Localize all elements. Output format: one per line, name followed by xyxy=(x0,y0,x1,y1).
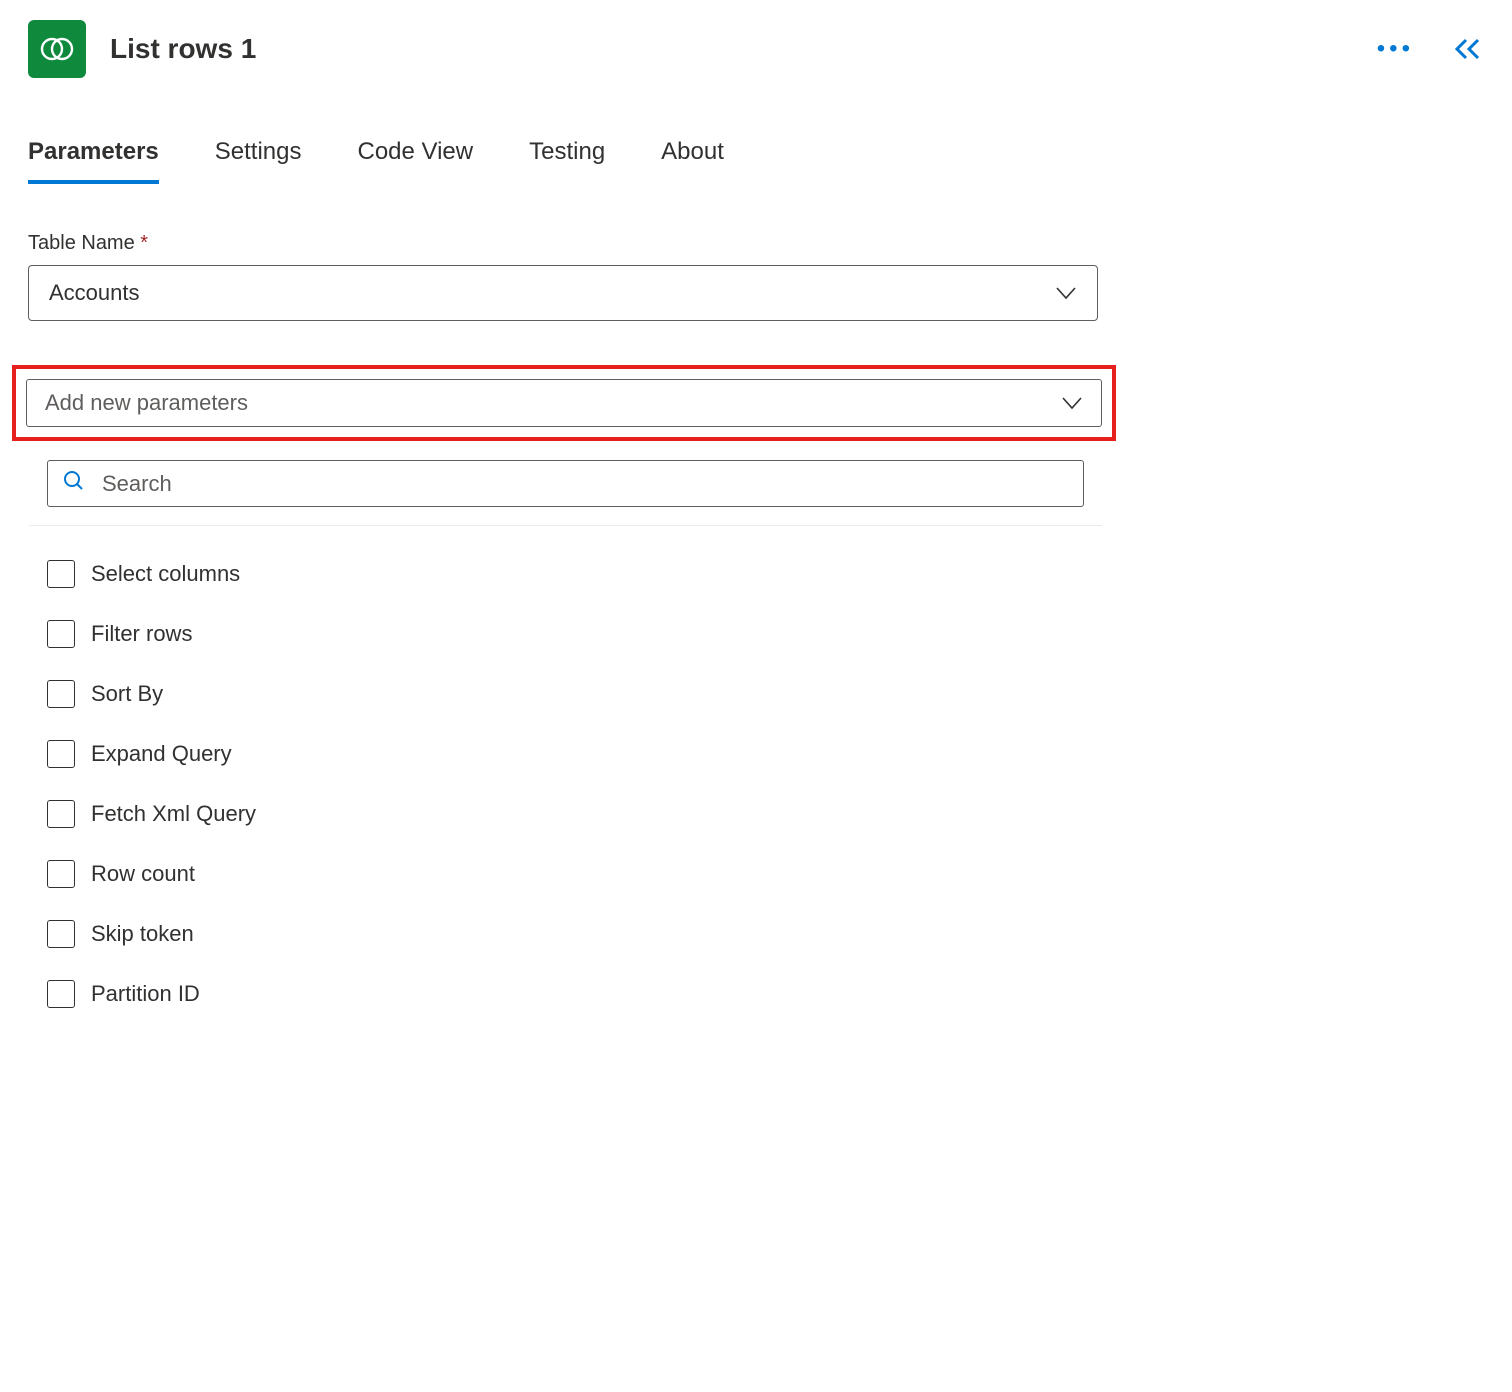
table-name-label: Table Name * xyxy=(28,232,1484,255)
option-label: Fetch Xml Query xyxy=(91,801,256,827)
option-label: Row count xyxy=(91,861,195,887)
table-name-label-text: Table Name xyxy=(28,232,135,254)
dataverse-action-icon xyxy=(28,20,86,78)
tab-code-view[interactable]: Code View xyxy=(357,138,473,184)
parameters-dropdown-panel: Select columns Filter rows Sort By Expan… xyxy=(28,451,1103,1025)
add-new-parameters-dropdown[interactable]: Add new parameters xyxy=(26,379,1102,427)
option-label: Partition ID xyxy=(91,981,200,1007)
required-indicator: * xyxy=(140,232,148,254)
option-label: Skip token xyxy=(91,921,194,947)
checkbox[interactable] xyxy=(47,920,75,948)
add-params-placeholder: Add new parameters xyxy=(45,390,248,416)
parameter-option-sort-by[interactable]: Sort By xyxy=(47,664,1084,724)
checkbox[interactable] xyxy=(47,860,75,888)
option-label: Expand Query xyxy=(91,741,232,767)
checkbox[interactable] xyxy=(47,680,75,708)
action-header: List rows 1 ••• xyxy=(28,20,1484,78)
checkbox[interactable] xyxy=(47,560,75,588)
table-name-value: Accounts xyxy=(49,280,140,306)
parameter-option-skip-token[interactable]: Skip token xyxy=(47,904,1084,964)
table-name-select[interactable]: Accounts xyxy=(28,265,1098,321)
parameter-option-list: Select columns Filter rows Sort By Expan… xyxy=(29,544,1102,1024)
tab-about[interactable]: About xyxy=(661,138,724,184)
option-label: Filter rows xyxy=(91,621,192,647)
parameter-search[interactable] xyxy=(47,460,1084,507)
tab-settings[interactable]: Settings xyxy=(215,138,302,184)
search-icon xyxy=(62,469,86,498)
header-right: ••• xyxy=(1377,35,1484,63)
chevron-down-icon xyxy=(1061,396,1083,410)
option-label: Sort By xyxy=(91,681,163,707)
header-left: List rows 1 xyxy=(28,20,256,78)
parameter-option-expand-query[interactable]: Expand Query xyxy=(47,724,1084,784)
action-title: List rows 1 xyxy=(110,33,256,65)
parameter-option-filter-rows[interactable]: Filter rows xyxy=(47,604,1084,664)
tab-list: Parameters Settings Code View Testing Ab… xyxy=(28,138,1484,184)
tab-parameters[interactable]: Parameters xyxy=(28,138,159,184)
checkbox[interactable] xyxy=(47,620,75,648)
collapse-panel-icon[interactable] xyxy=(1454,37,1484,61)
parameter-option-fetch-xml-query[interactable]: Fetch Xml Query xyxy=(47,784,1084,844)
option-label: Select columns xyxy=(91,561,240,587)
dropdown-divider xyxy=(29,525,1102,526)
tab-testing[interactable]: Testing xyxy=(529,138,605,184)
checkbox[interactable] xyxy=(47,740,75,768)
parameter-option-partition-id[interactable]: Partition ID xyxy=(47,964,1084,1024)
more-menu-icon[interactable]: ••• xyxy=(1377,35,1414,63)
add-parameters-highlight: Add new parameters xyxy=(12,365,1116,441)
checkbox[interactable] xyxy=(47,980,75,1008)
checkbox[interactable] xyxy=(47,800,75,828)
parameter-search-input[interactable] xyxy=(102,471,1069,497)
parameter-option-select-columns[interactable]: Select columns xyxy=(47,544,1084,604)
parameter-option-row-count[interactable]: Row count xyxy=(47,844,1084,904)
chevron-down-icon xyxy=(1055,286,1077,300)
